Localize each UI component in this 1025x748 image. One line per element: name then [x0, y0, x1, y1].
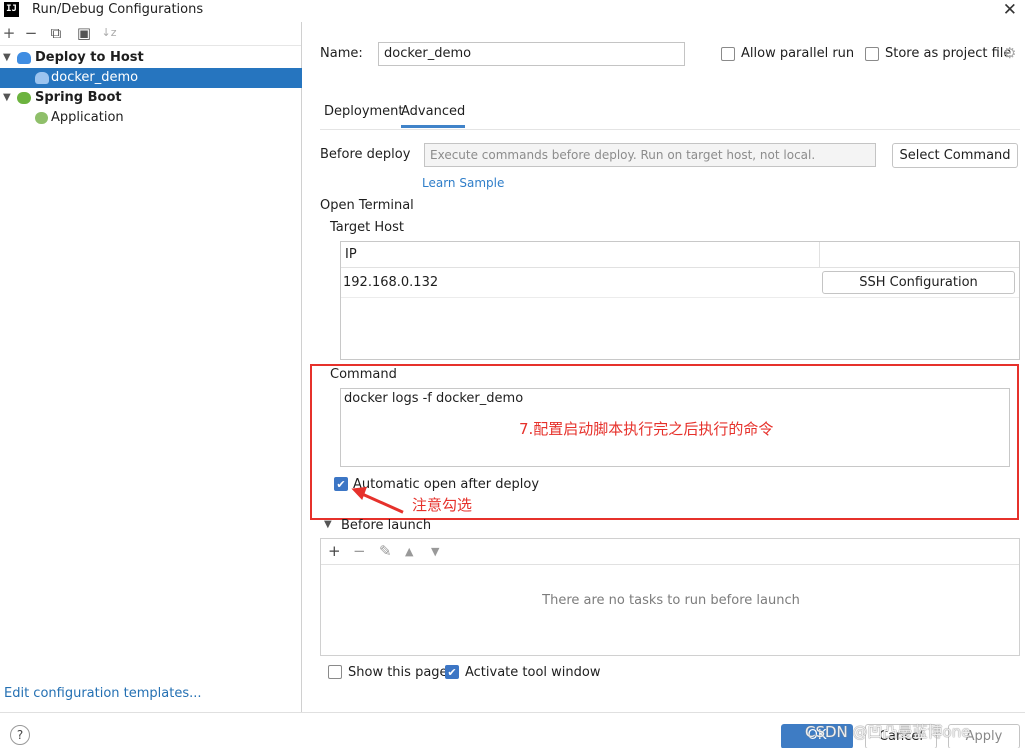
- window-title: Run/Debug Configurations: [32, 2, 204, 17]
- open-terminal-label: Open Terminal: [320, 198, 414, 213]
- before-deploy-label: Before deploy: [320, 147, 411, 162]
- configuration-panel: Name: docker_demo Allow parallel run Sto…: [303, 22, 1025, 712]
- ip-column-header: IP: [341, 242, 819, 268]
- move-up-icon[interactable]: ▲: [405, 545, 413, 558]
- copy-icon[interactable]: ⧉: [47, 24, 65, 42]
- configurations-sidebar: + − ⧉ ▣ ↓z ▼ Deploy to Host docker_demo …: [0, 22, 302, 712]
- edit-templates-link[interactable]: Edit configuration templates...: [4, 686, 202, 701]
- folder-icon[interactable]: ▣: [75, 24, 93, 42]
- tree-item-application[interactable]: Application: [0, 108, 302, 128]
- cloud-upload-icon: [17, 52, 31, 64]
- before-launch-panel: + − ✎ ▲ ▼ There are no tasks to run befo…: [320, 538, 1020, 656]
- remove-icon[interactable]: −: [22, 24, 40, 42]
- show-page-checkbox[interactable]: [328, 665, 342, 679]
- command-value: docker logs -f docker_demo: [344, 391, 524, 406]
- tree-item-label: Spring Boot: [35, 90, 122, 105]
- column-separator: [819, 242, 820, 268]
- remove-icon[interactable]: −: [353, 542, 366, 560]
- title-bar: IJ Run/Debug Configurations ✕: [0, 0, 1025, 22]
- chevron-down-icon[interactable]: ▼: [3, 48, 11, 68]
- ok-button[interactable]: OK: [781, 724, 853, 748]
- cancel-button[interactable]: Cancel: [865, 724, 937, 748]
- tab-divider: [320, 129, 1020, 130]
- chevron-down-icon[interactable]: ▼: [324, 519, 332, 530]
- check-annotation: 注意勾选: [412, 496, 473, 514]
- tree-item-label: docker_demo: [51, 70, 139, 85]
- auto-open-label: Automatic open after deploy: [353, 477, 540, 492]
- store-project-checkbox[interactable]: [865, 47, 879, 61]
- ip-cell: 192.168.0.132: [343, 275, 439, 290]
- gear-icon[interactable]: ⚙: [1003, 44, 1016, 62]
- ssh-configuration-button[interactable]: SSH Configuration: [822, 271, 1015, 294]
- store-project-label: Store as project file: [885, 46, 1012, 61]
- no-tasks-message: There are no tasks to run before launch: [542, 593, 800, 608]
- chevron-down-icon[interactable]: ▼: [3, 88, 11, 108]
- command-label: Command: [330, 367, 397, 382]
- name-label: Name:: [320, 46, 363, 61]
- sidebar-toolbar: + − ⧉ ▣ ↓z: [0, 22, 301, 46]
- command-annotation: 7.配置启动脚本执行完之后执行的命令: [519, 420, 774, 438]
- intellij-logo-icon: IJ: [4, 2, 19, 17]
- name-input[interactable]: docker_demo: [378, 42, 685, 66]
- select-command-button[interactable]: Select Command: [892, 143, 1018, 168]
- move-down-icon[interactable]: ▼: [431, 545, 439, 558]
- apply-button[interactable]: Apply: [948, 724, 1020, 748]
- add-icon[interactable]: +: [328, 542, 341, 560]
- spring-boot-app-icon: [35, 112, 48, 124]
- help-button[interactable]: ?: [10, 725, 30, 745]
- allow-parallel-checkbox[interactable]: [721, 47, 735, 61]
- tree-item-deploy-to-host[interactable]: ▼ Deploy to Host: [0, 48, 302, 68]
- tab-advanced[interactable]: Advanced: [401, 104, 466, 128]
- allow-parallel-label: Allow parallel run: [741, 46, 855, 61]
- activate-tool-label: Activate tool window: [465, 665, 601, 680]
- empty-column-header: [820, 242, 1019, 268]
- show-page-label: Show this page: [348, 665, 448, 680]
- add-icon[interactable]: +: [0, 24, 18, 42]
- before-launch-label: Before launch: [341, 518, 432, 533]
- activate-tool-checkbox[interactable]: ✔: [445, 665, 459, 679]
- sort-icon[interactable]: ↓z: [100, 24, 118, 42]
- tree-item-spring-boot[interactable]: ▼ Spring Boot: [0, 88, 302, 108]
- target-host-label: Target Host: [330, 220, 404, 235]
- dialog-footer: ? OK Cancel Apply CSDN @凹凸曼蓝博one: [0, 712, 1025, 748]
- cloud-upload-icon: [35, 72, 49, 84]
- learn-sample-link[interactable]: Learn Sample: [422, 176, 504, 190]
- before-launch-toolbar: + − ✎ ▲ ▼: [321, 539, 1019, 565]
- target-host-table: IP 192.168.0.132 SSH Configuration: [340, 241, 1020, 360]
- tree-item-label: Deploy to Host: [35, 50, 144, 65]
- tree-item-docker-demo[interactable]: docker_demo: [0, 68, 302, 88]
- spring-boot-icon: [17, 92, 31, 104]
- tab-deployment[interactable]: Deployment: [324, 104, 404, 119]
- before-deploy-input[interactable]: Execute commands before deploy. Run on t…: [424, 143, 876, 167]
- close-icon[interactable]: ✕: [1003, 0, 1017, 20]
- auto-open-checkbox[interactable]: ✔: [334, 477, 348, 491]
- edit-icon[interactable]: ✎: [379, 542, 392, 560]
- tree-item-label: Application: [51, 110, 124, 125]
